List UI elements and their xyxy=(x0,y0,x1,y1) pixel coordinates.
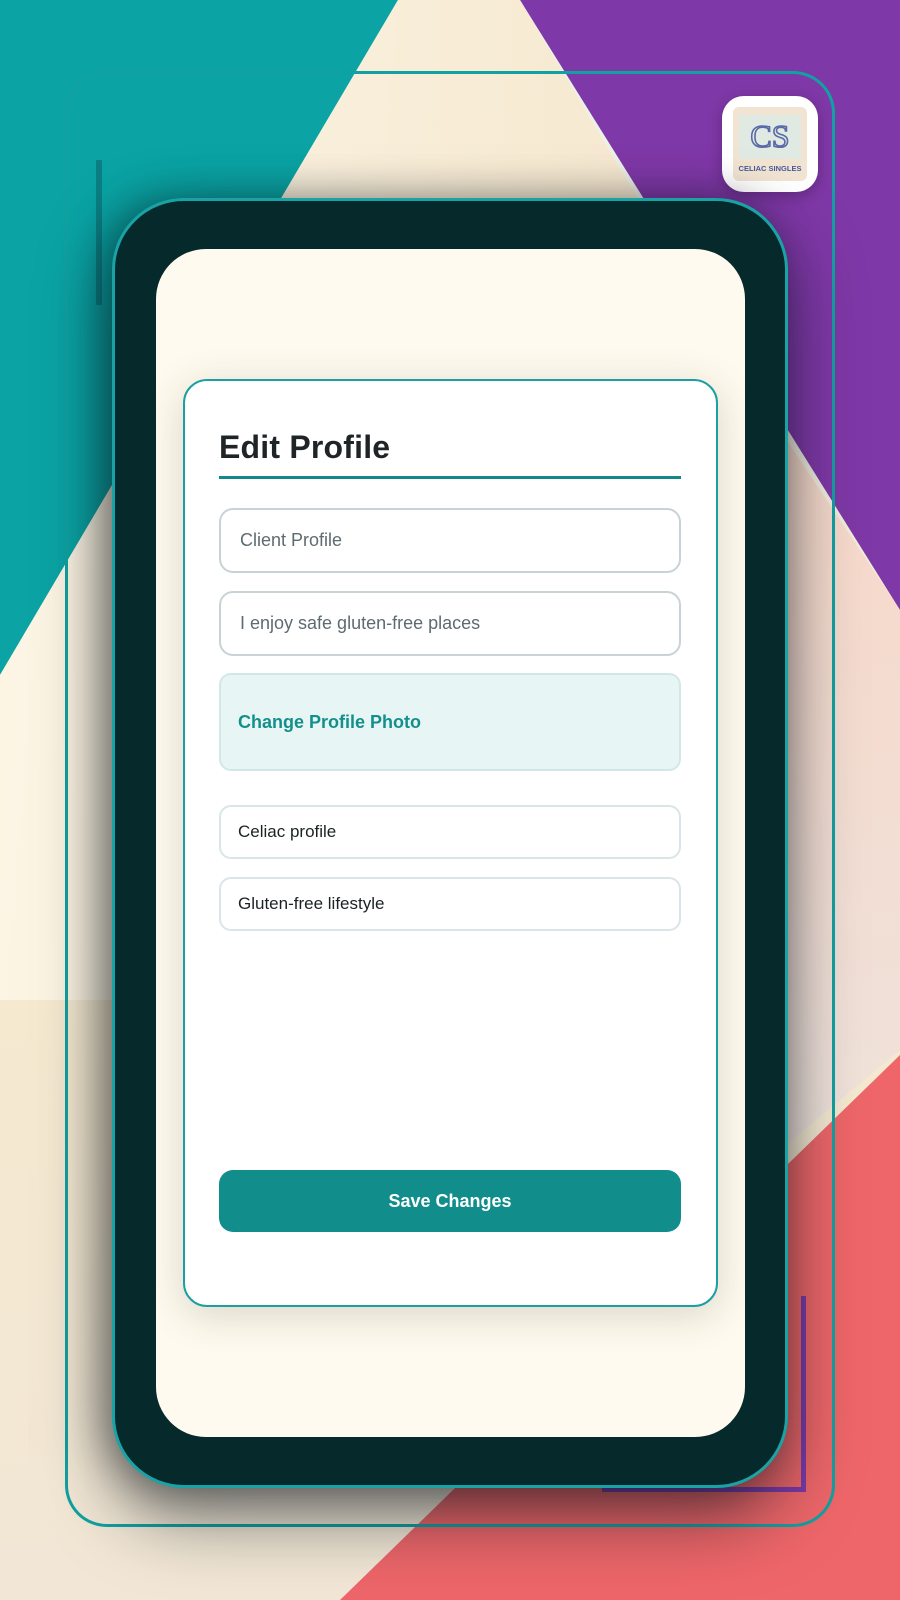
tag-item[interactable]: Gluten-free lifestyle xyxy=(219,877,681,931)
title-divider xyxy=(219,476,681,479)
edit-profile-card: Edit Profile Change Profile Photo Celiac… xyxy=(183,379,718,1307)
celiac-singles-logo-icon: CS CELIAC SINGLES xyxy=(733,107,807,181)
tag-label: Celiac profile xyxy=(238,822,337,841)
change-profile-photo-button[interactable]: Change Profile Photo xyxy=(219,673,681,771)
app-logo[interactable]: CS CELIAC SINGLES xyxy=(722,96,818,192)
change-profile-photo-label: Change Profile Photo xyxy=(238,711,422,732)
save-changes-button[interactable]: Save Changes xyxy=(219,1170,681,1232)
logo-text: CELIAC SINGLES xyxy=(739,164,802,173)
tag-item[interactable]: Celiac profile xyxy=(219,805,681,859)
tag-label: Gluten-free lifestyle xyxy=(238,894,385,913)
phone-screen: Edit Profile Change Profile Photo Celiac… xyxy=(156,249,745,1437)
logo-monogram: CS xyxy=(750,118,789,154)
name-input[interactable] xyxy=(219,508,681,573)
bio-input[interactable] xyxy=(219,591,681,656)
decorative-notch xyxy=(96,160,102,305)
page-title: Edit Profile xyxy=(219,429,391,465)
